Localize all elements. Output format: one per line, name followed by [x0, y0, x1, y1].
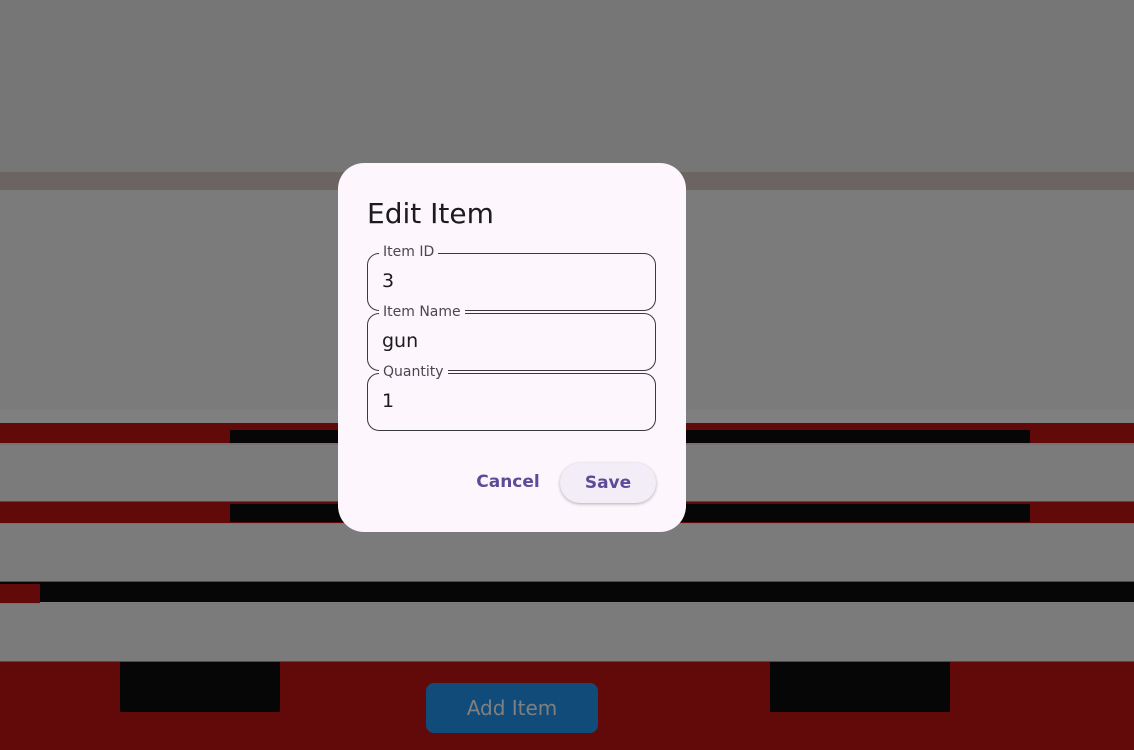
item-name-field[interactable]: Item Name — [367, 304, 656, 371]
save-button[interactable]: Save — [560, 463, 656, 503]
item-id-label: Item ID — [379, 244, 439, 260]
item-id-input[interactable] — [382, 270, 642, 292]
quantity-field[interactable]: Quantity — [367, 364, 656, 431]
dialog-title: Edit Item — [367, 197, 494, 230]
item-id-field[interactable]: Item ID — [367, 244, 656, 311]
cancel-button[interactable]: Cancel — [470, 462, 546, 502]
quantity-label: Quantity — [379, 364, 448, 380]
edit-item-dialog: Edit Item Item ID Item Name Quantity Can… — [338, 163, 686, 532]
item-name-label: Item Name — [379, 304, 465, 320]
quantity-input[interactable] — [382, 390, 642, 412]
item-name-input[interactable] — [382, 330, 642, 352]
